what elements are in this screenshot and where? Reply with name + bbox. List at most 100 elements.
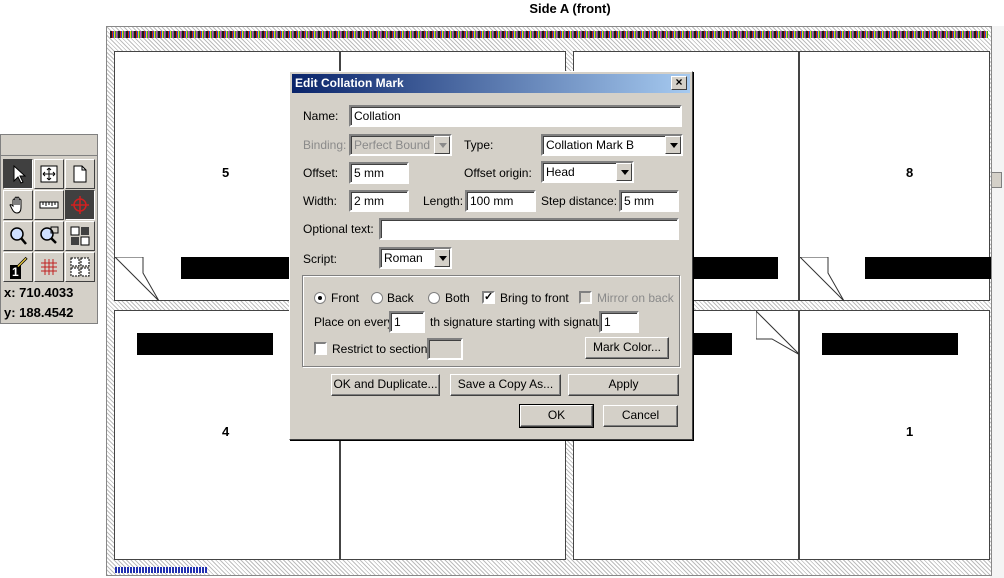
tools-palette: 1 x: 710.4033 y: 188.4542 [0, 134, 98, 324]
collation-mark-bar [865, 257, 991, 279]
page-number: 1 [906, 424, 914, 439]
apply-button[interactable]: Apply [568, 374, 679, 396]
restrict-section-input[interactable] [427, 338, 463, 360]
binding-select[interactable]: Perfect Bound [349, 134, 452, 156]
script-select[interactable]: Roman [379, 247, 452, 269]
x-coordinate: x: 710.4033 [4, 285, 74, 300]
pointer-tool[interactable] [3, 159, 33, 189]
type-label: Type: [464, 138, 494, 152]
page-1[interactable]: 1 [799, 310, 990, 560]
back-radio[interactable] [371, 292, 383, 304]
ok-and-duplicate-button[interactable]: OK and Duplicate... [331, 374, 440, 396]
width-input[interactable]: 2 mm [349, 190, 409, 212]
th-signature-label: th signature starting with signature: [430, 315, 617, 329]
binding-value: Perfect Bound [354, 138, 431, 152]
step-distance-label: Step distance: [541, 194, 618, 208]
fold-mark-icon [756, 311, 800, 355]
script-label: Script: [303, 252, 338, 266]
both-label: Both [445, 291, 470, 305]
place-every-input[interactable]: 1 [389, 311, 425, 333]
step-distance-input[interactable]: 5 mm [619, 190, 679, 212]
fold-mark-icon [800, 257, 844, 301]
type-select[interactable]: Collation Mark B [541, 134, 683, 156]
optional-text-label: Optional text: [303, 222, 374, 236]
magnifier-icon [10, 227, 27, 245]
page-number: 5 [222, 165, 230, 180]
offset-label: Offset: [303, 166, 339, 180]
ruler-icon [39, 201, 59, 209]
optional-text-input[interactable] [379, 218, 679, 240]
zoom-select-tool[interactable] [34, 221, 64, 251]
chevron-down-icon [434, 249, 450, 267]
color-bar [110, 31, 988, 38]
restrict-section-checkbox[interactable] [314, 342, 327, 355]
palette-title-bar[interactable] [1, 135, 97, 156]
mark-color-button[interactable]: Mark Color... [585, 337, 669, 359]
mirror-on-back-label: Mirror on back [597, 291, 674, 305]
chevron-down-icon [616, 163, 632, 181]
mirror-on-back-checkbox[interactable] [579, 291, 592, 304]
vertical-scrollbar[interactable] [990, 26, 1004, 578]
crosshair-icon [71, 196, 89, 214]
split-pages-icon [70, 226, 90, 246]
type-value: Collation Mark B [546, 138, 635, 152]
collation-mark-bar [822, 333, 958, 355]
collation-mark-bar [137, 333, 273, 355]
binding-label: Binding: [303, 138, 347, 152]
length-input[interactable]: 100 mm [465, 190, 536, 212]
restrict-section-label: Restrict to section: [332, 342, 431, 356]
pencil-icon [16, 256, 28, 269]
save-copy-button[interactable]: Save a Copy As... [450, 374, 561, 396]
arrange-pages-icon [70, 257, 90, 277]
name-input[interactable]: Collation [349, 105, 682, 127]
script-value: Roman [384, 251, 423, 265]
split-tool[interactable] [65, 221, 95, 251]
color-bar-bottom [115, 567, 207, 573]
close-button[interactable]: × [671, 76, 687, 90]
y-coordinate: y: 188.4542 [4, 305, 74, 320]
edit-collation-mark-dialog: Edit Collation Mark × Name: Collation Bi… [289, 71, 693, 440]
both-radio[interactable] [428, 292, 440, 304]
chevron-down-icon [434, 136, 450, 154]
collation-mark-bar [692, 257, 778, 279]
measure-tool[interactable] [34, 190, 64, 220]
move-arrows-icon [40, 165, 58, 183]
page-number: 8 [906, 165, 914, 180]
offset-origin-label: Offset origin: [464, 166, 532, 180]
page-8[interactable]: 8 [799, 51, 991, 301]
page-number-tool[interactable]: 1 [3, 252, 33, 282]
name-label: Name: [303, 109, 339, 123]
collation-mark-bar [692, 333, 732, 355]
front-radio[interactable] [314, 292, 326, 304]
page-number: 4 [222, 424, 230, 439]
arrange-tool[interactable] [65, 252, 95, 282]
back-label: Back [387, 291, 414, 305]
offset-origin-value: Head [546, 165, 575, 179]
dialog-title: Edit Collation Mark [295, 76, 404, 90]
hand-icon [9, 196, 22, 214]
bring-to-front-checkbox[interactable] [482, 290, 495, 304]
grid-tool[interactable] [34, 252, 64, 282]
sheet-title: Side A (front) [529, 1, 611, 16]
offset-origin-select[interactable]: Head [541, 161, 634, 183]
ok-button[interactable]: OK [519, 404, 594, 428]
chevron-down-icon [665, 136, 681, 154]
offset-input[interactable]: 5 mm [349, 162, 409, 184]
close-icon: × [675, 75, 683, 89]
hand-tool[interactable] [3, 190, 33, 220]
front-label: Front [331, 291, 360, 305]
zoom-area-icon [40, 226, 59, 244]
registration-tool[interactable] [65, 190, 95, 220]
page-icon [73, 165, 87, 183]
move-tool[interactable] [34, 159, 64, 189]
cancel-button[interactable]: Cancel [603, 405, 678, 427]
start-signature-input[interactable]: 1 [599, 311, 639, 333]
fold-mark-icon [115, 257, 159, 301]
dialog-title-bar[interactable]: Edit Collation Mark × [292, 74, 690, 93]
zoom-tool[interactable] [3, 221, 33, 251]
length-label: Length: [423, 194, 464, 208]
place-every-label: Place on every [314, 315, 394, 329]
grid-icon [41, 259, 57, 275]
page-tool[interactable] [65, 159, 95, 189]
bring-to-front-label: Bring to front [500, 291, 569, 305]
